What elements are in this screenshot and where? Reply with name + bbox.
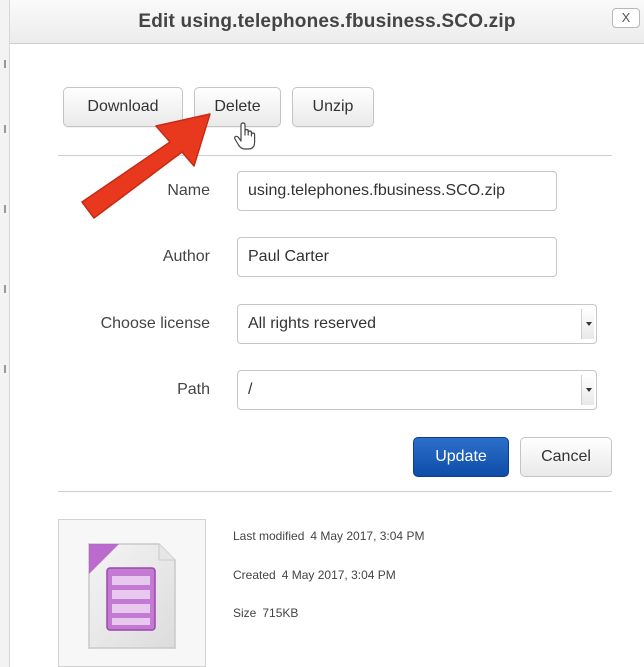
author-field[interactable] xyxy=(237,237,557,277)
size-info: Size 715KB xyxy=(233,606,298,620)
last-modified-value: 4 May 2017, 3:04 PM xyxy=(310,529,425,543)
close-button[interactable]: X xyxy=(612,8,640,28)
dialog-title: Edit using.telephones.fbusiness.SCO.zip xyxy=(138,11,516,32)
license-select[interactable]: All rights reserved xyxy=(237,304,597,344)
edge-mark xyxy=(4,60,6,68)
license-label: Choose license xyxy=(100,315,210,332)
update-button[interactable]: Update xyxy=(413,437,509,477)
hand-cursor-icon xyxy=(234,122,256,150)
edge-mark xyxy=(4,285,6,293)
unzip-button[interactable]: Unzip xyxy=(292,87,374,127)
edge-mark xyxy=(4,365,6,373)
close-icon: X xyxy=(621,10,631,25)
edge-mark xyxy=(4,125,6,133)
chevron-down-icon xyxy=(581,375,594,405)
last-modified-info: Last modified 4 May 2017, 3:04 PM xyxy=(233,529,424,543)
red-arrow-annotation xyxy=(81,113,211,219)
cancel-button[interactable]: Cancel xyxy=(520,437,612,477)
dialog-titlebar: Edit using.telephones.fbusiness.SCO.zip … xyxy=(10,0,644,44)
size-label: Size xyxy=(233,606,257,620)
chevron-down-icon xyxy=(581,309,594,339)
zip-archive-icon xyxy=(88,543,176,649)
path-select-value: / xyxy=(248,381,253,398)
path-select[interactable]: / xyxy=(237,370,597,410)
created-info: Created 4 May 2017, 3:04 PM xyxy=(233,568,396,582)
window-left-edge xyxy=(0,0,10,667)
edge-mark xyxy=(4,205,6,213)
last-modified-label: Last modified xyxy=(233,529,305,543)
created-label: Created xyxy=(233,568,276,582)
divider xyxy=(58,491,612,492)
size-value: 715KB xyxy=(262,606,299,620)
created-value: 4 May 2017, 3:04 PM xyxy=(281,568,396,582)
license-select-value: All rights reserved xyxy=(248,315,377,332)
name-field[interactable] xyxy=(237,171,557,211)
author-label: Author xyxy=(162,248,210,265)
file-thumbnail xyxy=(58,519,206,667)
path-label: Path xyxy=(177,381,210,398)
